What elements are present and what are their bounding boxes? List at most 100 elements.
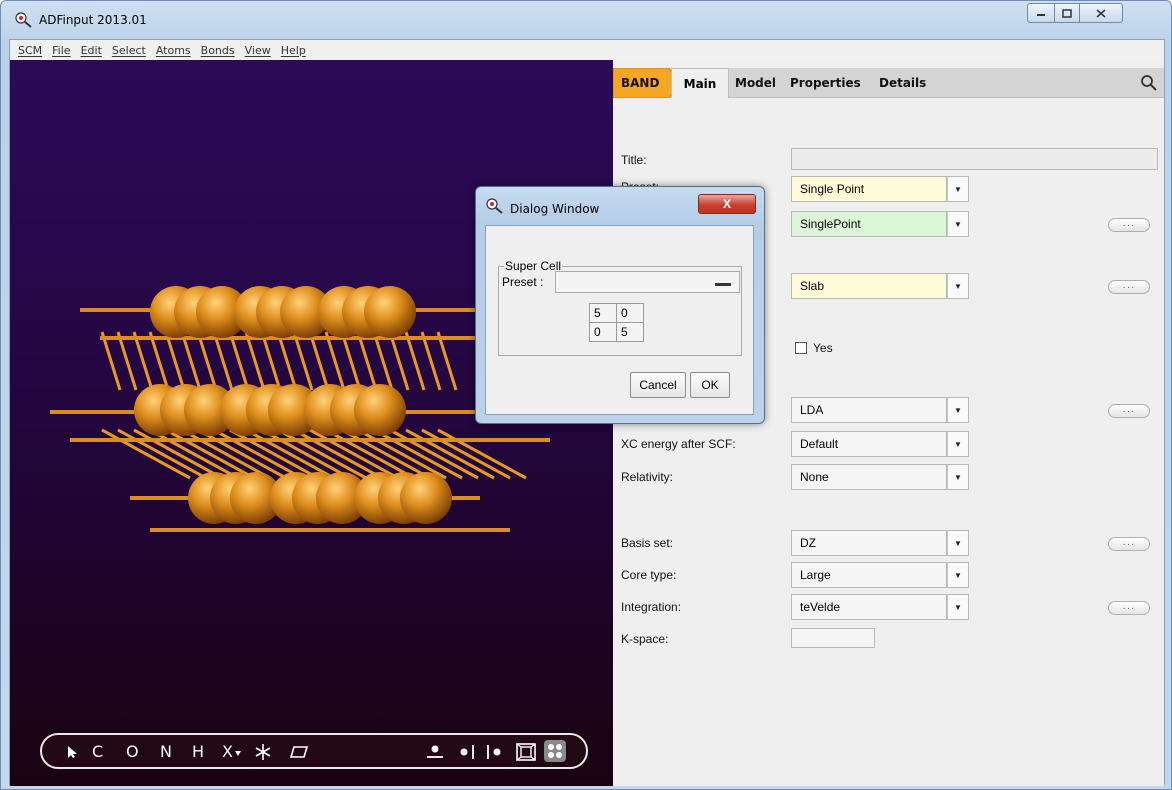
matrix-cell-11[interactable]: 5 — [589, 303, 617, 323]
integration-combo-arrow[interactable]: ▼ — [947, 594, 969, 620]
tab-band-label: BAND — [621, 76, 660, 90]
dot-bar-icon[interactable] — [458, 744, 476, 760]
title-bar: ADFinput 2013.01 — [1, 1, 1171, 39]
title-field[interactable] — [791, 148, 1158, 170]
tool-hydrogen[interactable]: H — [192, 742, 204, 761]
menu-file[interactable]: File — [52, 44, 70, 57]
tab-main[interactable]: Main — [671, 68, 729, 98]
task-details-button[interactable]: ··· — [1108, 218, 1150, 232]
bond-line — [292, 331, 314, 391]
menu-scm[interactable]: SCM — [18, 44, 42, 57]
matrix-cell-22[interactable]: 5 — [616, 322, 644, 342]
minimize-button[interactable] — [1027, 3, 1055, 23]
kspace-label: K-space: — [621, 632, 669, 646]
menu-edit[interactable]: Edit — [81, 44, 102, 57]
xc-combo-arrow[interactable]: ▼ — [947, 397, 969, 423]
tool-other-element[interactable]: X — [222, 742, 233, 761]
xc-after-combo[interactable]: Default — [791, 431, 947, 457]
atom-sphere[interactable] — [354, 384, 406, 436]
integration-combo[interactable]: teVelde — [791, 594, 947, 620]
edit-toolbar: C O N H X — [40, 733, 588, 769]
task-combo-arrow[interactable]: ▼ — [947, 211, 969, 237]
menu-atoms[interactable]: Atoms — [156, 44, 191, 57]
basis-details-button[interactable]: ··· — [1108, 537, 1150, 551]
super-cell-group: Super Cell Preset : 5 0 0 5 — [498, 259, 742, 356]
tool-carbon[interactable]: C — [92, 742, 103, 761]
xc-details-button[interactable]: ··· — [1108, 404, 1150, 418]
bond-line — [100, 331, 122, 391]
integration-details-button[interactable]: ··· — [1108, 601, 1150, 615]
bond-line — [212, 331, 234, 391]
relativity-label: Relativity: — [621, 470, 674, 484]
bond-line — [116, 331, 138, 391]
select-arrow-icon[interactable] — [66, 745, 78, 759]
dialog-body: Super Cell Preset : 5 0 0 5 Cancel OK — [485, 225, 754, 415]
bond-line — [404, 331, 426, 391]
atom-sphere[interactable] — [400, 472, 452, 524]
yes-label: Yes — [813, 341, 833, 355]
bond-line — [260, 331, 282, 391]
title-label: Title: — [621, 153, 647, 167]
preset-combo-arrow[interactable]: ▼ — [947, 176, 969, 202]
preset-combo[interactable]: Single Point — [791, 176, 947, 202]
menu-view[interactable]: View — [245, 44, 271, 57]
periodicity-combo[interactable]: Slab — [791, 273, 947, 299]
basis-combo-arrow[interactable]: ▼ — [947, 530, 969, 556]
dialog-preset-combo[interactable] — [555, 271, 740, 293]
dot-line-icon[interactable] — [426, 744, 444, 760]
relativity-combo[interactable]: None — [791, 464, 947, 490]
dialog-app-icon — [486, 198, 503, 214]
bond-line — [372, 331, 394, 391]
minimize-icon — [1037, 14, 1045, 16]
bond-line — [276, 331, 298, 391]
bond-line — [356, 331, 378, 391]
menu-bar: SCM File Edit Select Atoms Bonds View He… — [10, 40, 1164, 60]
bond-line — [340, 331, 362, 391]
matrix-cell-21[interactable]: 0 — [589, 322, 617, 342]
bond-line — [324, 331, 346, 391]
xc-combo[interactable]: LDA — [791, 397, 947, 423]
bond-line — [228, 331, 250, 391]
core-combo[interactable]: Large — [791, 562, 947, 588]
bond-line — [196, 331, 218, 391]
tab-details[interactable]: Details — [879, 76, 926, 90]
atom-sphere[interactable] — [364, 286, 416, 338]
window-title: ADFinput 2013.01 — [39, 13, 147, 27]
app-window: ADFinput 2013.01 SCM File Edit Select At… — [0, 0, 1172, 790]
dialog-close-button[interactable]: X — [698, 194, 756, 214]
bond-line — [308, 331, 330, 391]
super-cell-dialog: Dialog Window X Super Cell Preset : 5 0 … — [475, 186, 765, 424]
xc-after-combo-arrow[interactable]: ▼ — [947, 431, 969, 457]
matrix-cell-12[interactable]: 0 — [616, 303, 644, 323]
bar-dot-icon[interactable] — [486, 744, 504, 760]
bond-line — [420, 331, 442, 391]
core-combo-arrow[interactable]: ▼ — [947, 562, 969, 588]
tool-nitrogen[interactable]: N — [160, 742, 172, 761]
tool-oxygen[interactable]: O — [126, 742, 139, 761]
close-button[interactable] — [1079, 3, 1123, 23]
integration-label: Integration: — [621, 600, 682, 614]
snowflake-icon[interactable] — [254, 743, 272, 761]
plane-icon[interactable] — [290, 745, 308, 759]
menu-select[interactable]: Select — [112, 44, 146, 57]
app-icon — [15, 12, 32, 28]
basis-combo[interactable]: DZ — [791, 530, 947, 556]
tab-model[interactable]: Model — [735, 76, 776, 90]
tab-properties[interactable]: Properties — [790, 76, 861, 90]
search-icon[interactable] — [1140, 74, 1158, 92]
cancel-button[interactable]: Cancel — [630, 372, 686, 398]
periodicity-combo-arrow[interactable]: ▼ — [947, 273, 969, 299]
ok-button[interactable]: OK — [690, 372, 730, 398]
menu-bonds[interactable]: Bonds — [201, 44, 235, 57]
dots-grid-icon[interactable] — [544, 740, 566, 762]
kspace-field[interactable] — [791, 628, 875, 648]
xc-after-label: XC energy after SCF: — [621, 437, 736, 451]
menu-help[interactable]: Help — [281, 44, 306, 57]
task-combo[interactable]: SinglePoint — [791, 211, 947, 237]
yes-checkbox[interactable] — [795, 342, 807, 354]
bond-line — [164, 331, 186, 391]
maximize-button[interactable] — [1054, 3, 1080, 23]
periodicity-details-button[interactable]: ··· — [1108, 280, 1150, 294]
relativity-combo-arrow[interactable]: ▼ — [947, 464, 969, 490]
frame-icon[interactable] — [516, 743, 536, 761]
